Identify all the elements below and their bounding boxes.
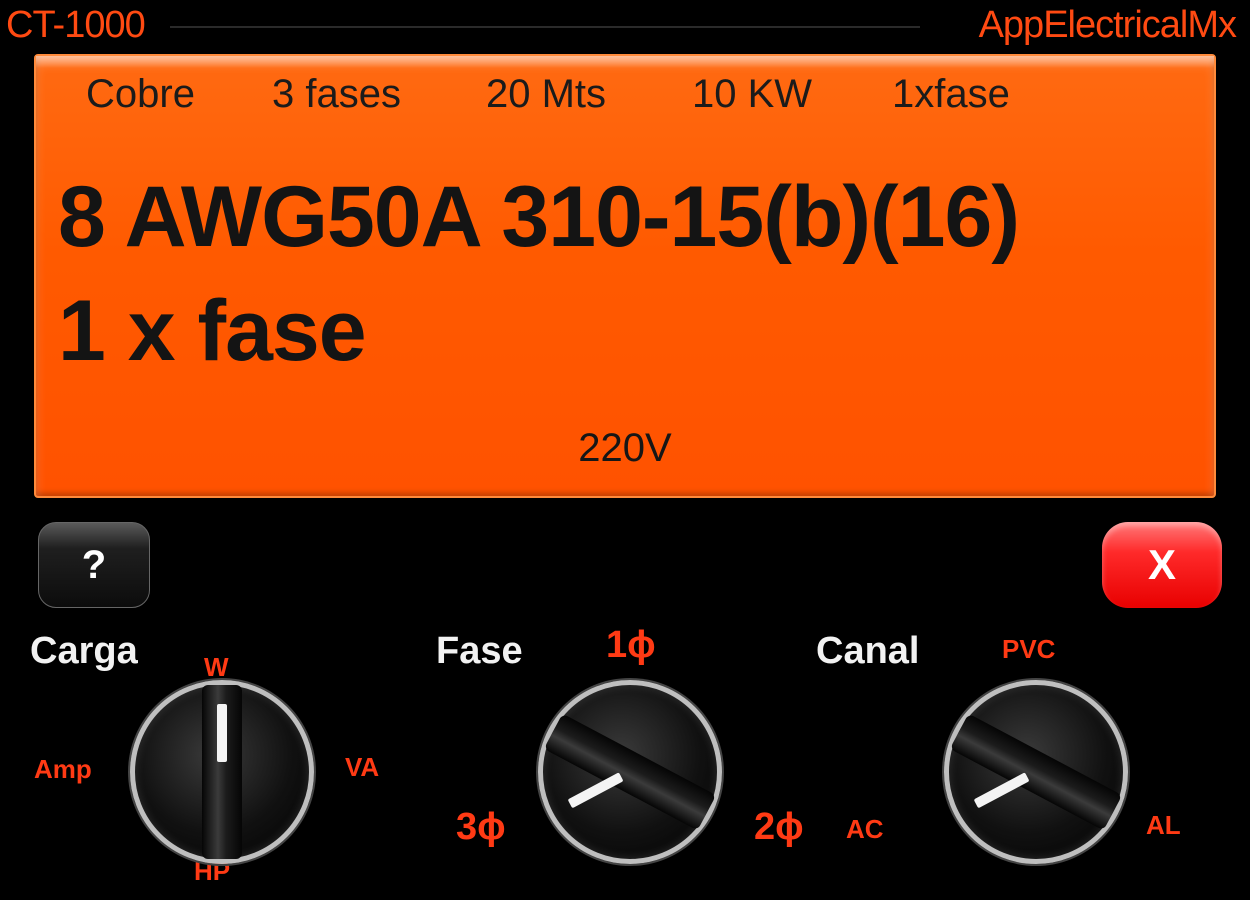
display-gloss: [36, 56, 1214, 68]
fase-option-2[interactable]: 2ϕ: [754, 806, 804, 849]
canal-option-pvc[interactable]: PVC: [1002, 634, 1055, 665]
knob-pointer: [567, 772, 624, 809]
app-model-title: CT-1000: [6, 4, 146, 46]
spec-distance: 20 Mts: [486, 72, 607, 116]
canal-option-ac[interactable]: AC: [846, 814, 884, 845]
carga-label: Carga: [30, 630, 138, 672]
canal-option-al[interactable]: AL: [1146, 810, 1181, 841]
knob-pointer: [217, 704, 227, 762]
knob-pointer: [973, 772, 1030, 809]
carga-selector-knob[interactable]: [130, 680, 314, 864]
canal-label: Canal: [816, 630, 920, 672]
fase-option-3[interactable]: 3ϕ: [456, 806, 506, 849]
spec-phases: 3 fases: [272, 72, 401, 116]
help-button[interactable]: ?: [38, 522, 150, 608]
spec-conductors: 1xfase: [892, 72, 1010, 116]
fase-option-1[interactable]: 1ϕ: [606, 624, 656, 667]
app-brand: AppElectricalMx: [978, 4, 1237, 46]
carga-option-w[interactable]: W: [204, 652, 229, 683]
spec-power: 10 KW: [692, 72, 813, 116]
result-gauge: 8 AWG50A 310-15(b)(16): [58, 169, 1020, 265]
close-button[interactable]: X: [1102, 522, 1222, 608]
fase-selector-knob[interactable]: [538, 680, 722, 864]
carga-option-va[interactable]: VA: [345, 752, 379, 783]
fase-label: Fase: [436, 630, 523, 672]
knob-ridge: [949, 713, 1123, 831]
carga-option-amp[interactable]: Amp: [34, 754, 92, 785]
header-divider: [170, 26, 920, 28]
spec-material: Cobre: [86, 72, 195, 116]
knob-ridge: [543, 713, 717, 831]
voltage-readout: 220V: [578, 426, 672, 470]
result-conductors: 1 x fase: [58, 283, 367, 379]
canal-selector-knob[interactable]: [944, 680, 1128, 864]
